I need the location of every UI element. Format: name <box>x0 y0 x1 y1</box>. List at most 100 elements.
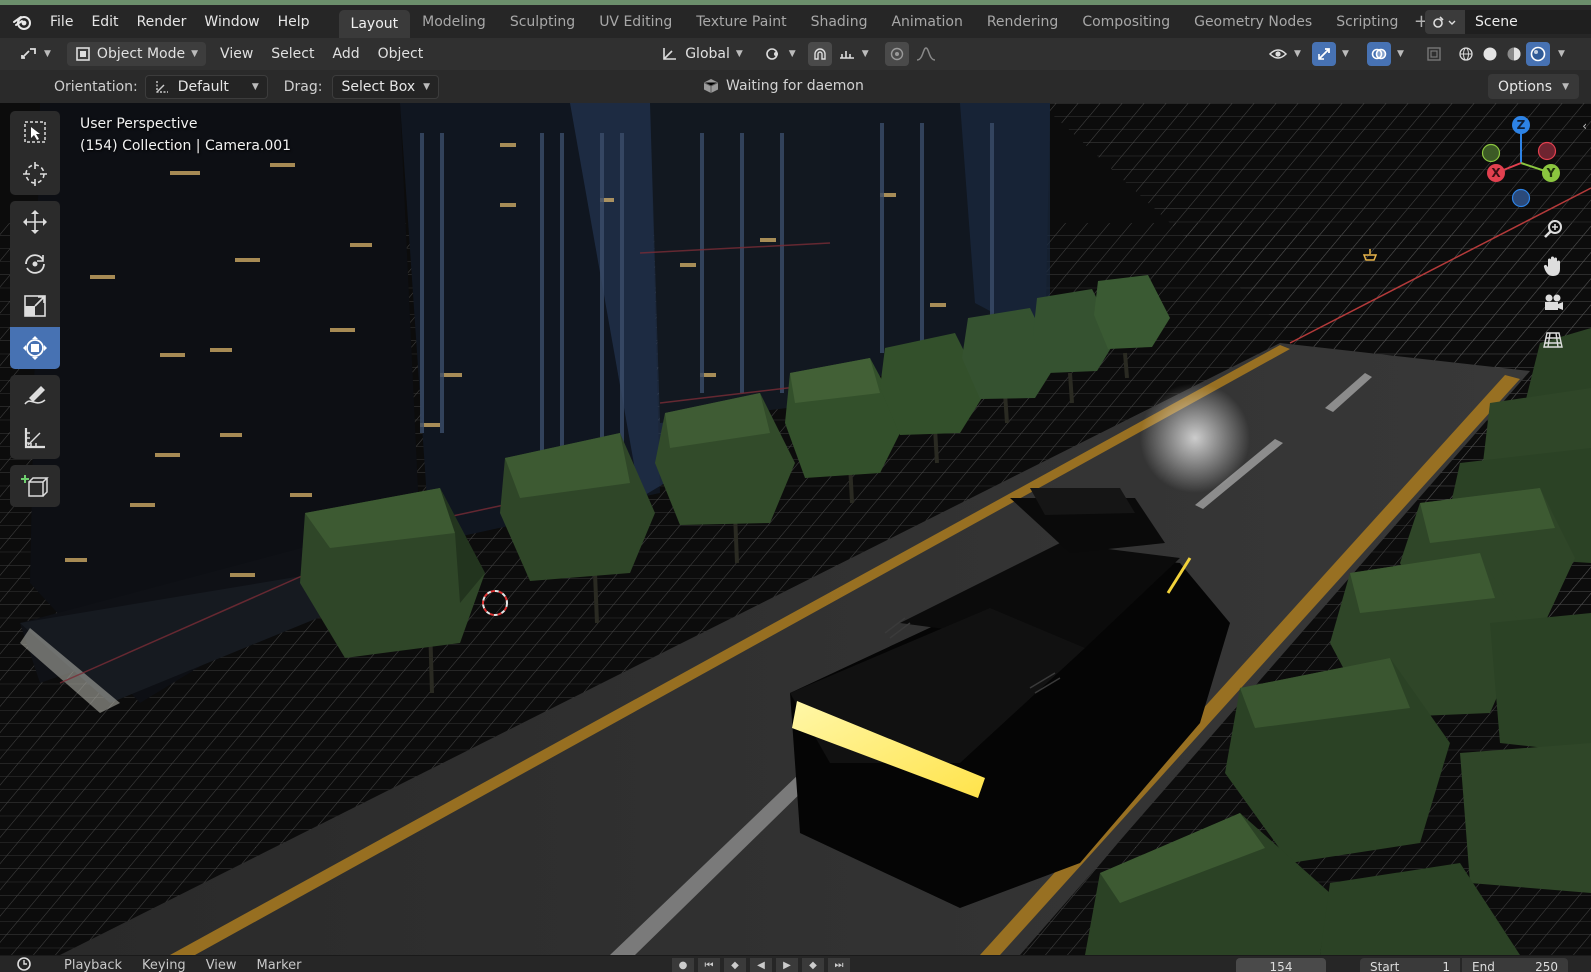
snap-toggle-button[interactable] <box>807 42 832 66</box>
menu-help[interactable]: Help <box>269 9 319 35</box>
annotate-pencil-icon <box>24 386 46 405</box>
record-button[interactable]: ● <box>672 958 694 972</box>
shading-material-button[interactable] <box>1502 42 1526 66</box>
tool-annotate[interactable] <box>10 375 60 417</box>
tab-sculpting[interactable]: Sculpting <box>498 8 587 36</box>
tool-transform[interactable] <box>10 327 60 369</box>
tool-shelf <box>10 111 60 513</box>
play-reverse-button[interactable]: ◀ <box>750 958 772 972</box>
editor-type-icon <box>21 48 36 59</box>
menu-file[interactable]: File <box>41 9 82 35</box>
play-button[interactable]: ▶ <box>776 958 798 972</box>
drag-selector[interactable]: Select Box ▼ <box>332 74 440 99</box>
move-icon <box>23 210 47 234</box>
tool-move[interactable] <box>10 201 60 243</box>
tool-group-select <box>10 111 60 195</box>
sidebar-toggle-icon[interactable]: ‹ <box>1582 119 1587 133</box>
tab-scripting[interactable]: Scripting <box>1324 8 1410 36</box>
3d-viewport[interactable]: User Perspective (154) Collection | Came… <box>0 103 1591 955</box>
xray-toggle-button[interactable] <box>1422 42 1446 66</box>
chevron-down-icon: ▼ <box>44 49 51 59</box>
tab-layout[interactable]: Layout <box>338 10 411 38</box>
status-message: Waiting for daemon <box>703 74 864 98</box>
menu-window[interactable]: Window <box>195 9 268 35</box>
menu-select[interactable]: Select <box>265 42 320 66</box>
falloff-selector[interactable] <box>909 42 943 66</box>
zoom-button[interactable] <box>1537 213 1569 245</box>
next-keyframe-button[interactable]: ◆ <box>802 958 824 972</box>
tool-scale[interactable] <box>10 285 60 327</box>
tab-shading[interactable]: Shading <box>799 8 880 36</box>
shading-wireframe-button[interactable] <box>1454 42 1478 66</box>
gizmo-options-dropdown[interactable]: ▼ <box>1336 42 1355 66</box>
tab-uv-editing[interactable]: UV Editing <box>587 8 684 36</box>
chevron-down-icon: ▼ <box>1294 49 1301 59</box>
end-frame-label: End <box>1472 960 1495 972</box>
timeline-marker-menu[interactable]: Marker <box>247 956 312 972</box>
current-frame-field[interactable]: 154 <box>1236 958 1326 972</box>
cube-status-icon <box>703 79 719 93</box>
timeline-keying-menu[interactable]: Keying <box>132 956 196 972</box>
snap-target-selector[interactable]: ▼ <box>832 42 875 66</box>
menu-object[interactable]: Object <box>372 42 430 66</box>
shading-rendered-button[interactable] <box>1526 42 1550 66</box>
timeline-playback-menu[interactable]: Playback <box>54 956 132 972</box>
tab-animation[interactable]: Animation <box>879 8 974 36</box>
camera-view-button[interactable] <box>1537 287 1569 319</box>
pan-button[interactable] <box>1537 250 1569 282</box>
pivot-point-selector[interactable]: ▼ <box>757 42 802 66</box>
menu-edit[interactable]: Edit <box>82 9 127 35</box>
scene-name-field[interactable]: Scene <box>1465 10 1591 34</box>
editor-type-button[interactable]: ▼ <box>14 42 57 66</box>
tool-rotate[interactable] <box>10 243 60 285</box>
rendered-sphere-icon <box>1530 46 1546 62</box>
scene-icon[interactable] <box>1425 10 1465 34</box>
chevron-down-icon: ▼ <box>251 81 259 92</box>
tab-geometry-nodes[interactable]: Geometry Nodes <box>1182 8 1324 36</box>
eye-icon <box>1268 49 1288 59</box>
proportional-edit-button[interactable] <box>884 42 909 66</box>
shading-solid-button[interactable] <box>1478 42 1502 66</box>
mode-selector[interactable]: Object Mode ▼ <box>66 42 207 66</box>
start-frame-field[interactable]: Start 1 <box>1360 958 1460 972</box>
prev-keyframe-button[interactable]: ◆ <box>724 958 746 972</box>
timeline-view-menu[interactable]: View <box>196 956 247 972</box>
menu-render[interactable]: Render <box>128 9 196 35</box>
start-frame-value: 1 <box>1442 960 1450 972</box>
gizmo-toggle-button[interactable] <box>1312 42 1336 66</box>
blender-logo-icon[interactable] <box>9 9 35 35</box>
mode-label: Object Mode <box>96 46 186 62</box>
gizmo-y-label: Y <box>1546 166 1556 180</box>
overlays-options-dropdown[interactable]: ▼ <box>1391 42 1410 66</box>
menu-add[interactable]: Add <box>326 42 365 66</box>
object-visibility-selector[interactable]: ▼ <box>1262 42 1307 66</box>
overlays-toggle-button[interactable] <box>1367 42 1391 66</box>
ortho-toggle-button[interactable] <box>1537 324 1569 356</box>
tool-cursor[interactable] <box>10 153 60 195</box>
xray-icon <box>1427 47 1441 61</box>
jump-end-button[interactable]: ⏭ <box>828 958 850 972</box>
chevron-down-icon: ▼ <box>735 49 743 59</box>
scene-selector[interactable]: Scene <box>1425 9 1591 35</box>
transform-orientation-selector[interactable]: Global ▼ <box>655 42 749 66</box>
tool-select-box[interactable] <box>10 111 60 153</box>
tool-add-cube[interactable] <box>10 465 60 507</box>
tab-rendering[interactable]: Rendering <box>975 8 1071 36</box>
viewport-info: User Perspective (154) Collection | Came… <box>80 113 291 157</box>
tool-measure[interactable] <box>10 417 60 459</box>
navigation-gizmo[interactable]: Z Y X <box>1471 113 1571 213</box>
end-frame-field[interactable]: End 250 <box>1462 958 1568 972</box>
tab-compositing[interactable]: Compositing <box>1070 8 1182 36</box>
viewport-render[interactable] <box>0 103 1591 955</box>
menu-view[interactable]: View <box>214 42 259 66</box>
falloff-curve-icon <box>916 47 935 61</box>
tab-texture-paint[interactable]: Texture Paint <box>684 8 798 36</box>
timeline-editor-icon[interactable] <box>0 956 42 972</box>
jump-start-button[interactable]: ⏮ <box>698 958 720 972</box>
tool-group-add <box>10 465 60 507</box>
shading-options-dropdown[interactable]: ▼ <box>1552 42 1571 66</box>
options-dropdown[interactable]: Options ▼ <box>1488 74 1579 99</box>
orientation-selector[interactable]: Default ▼ <box>144 74 268 99</box>
add-cube-icon <box>21 475 49 497</box>
tab-modeling[interactable]: Modeling <box>410 8 498 36</box>
